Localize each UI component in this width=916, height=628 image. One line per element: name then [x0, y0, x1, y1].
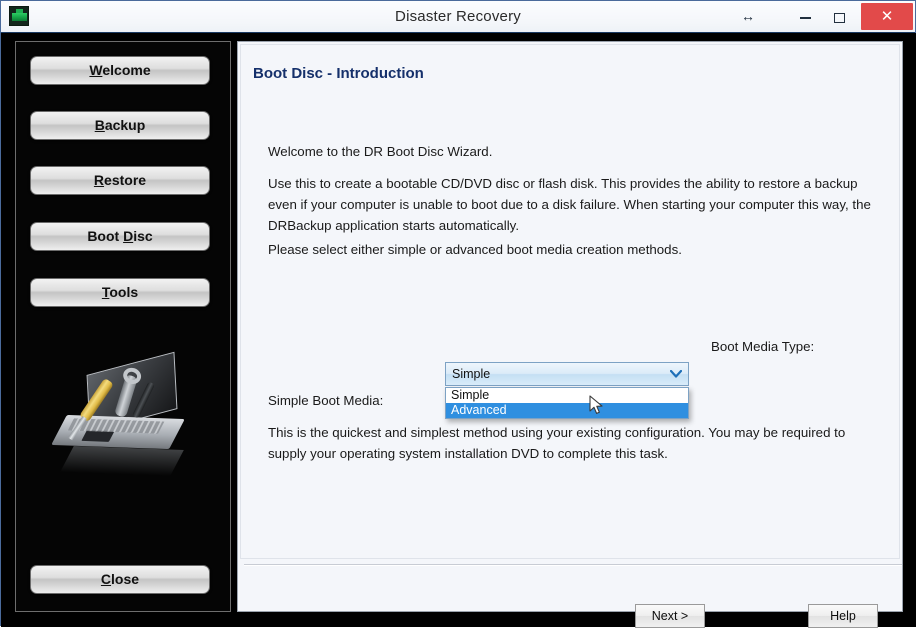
laptop-with-tools-image [36, 347, 211, 512]
content-panel: Boot Disc - Introduction Welcome to the … [237, 41, 903, 628]
sidebar-item-welcome-label: Welcome [89, 62, 151, 78]
window-body: Welcome Backup Restore Boot Disc Tools C… [1, 33, 916, 628]
close-button-label: Close [100, 571, 140, 587]
disaster-recovery-window: Disaster Recovery ↔ ✕ Welcome Backup Res… [0, 0, 916, 628]
combobox-option-advanced[interactable]: Advanced [446, 403, 688, 418]
combobox-dropdown-list[interactable]: Simple Advanced [445, 387, 689, 419]
sidebar-item-backup[interactable]: Backup [30, 111, 210, 140]
window-title: Disaster Recovery [395, 8, 521, 25]
close-icon: ✕ [880, 8, 894, 25]
sidebar-item-restore-label: Restore [93, 172, 147, 188]
sidebar-item-welcome[interactable]: Welcome [30, 56, 210, 85]
intro-paragraph-2: Use this to create a bootable CD/DVD dis… [268, 176, 871, 233]
resize-glyph: ↔ [741, 8, 755, 24]
combobox-selected-value: Simple [452, 367, 491, 381]
chevron-down-icon[interactable] [664, 363, 688, 385]
intro-paragraph-3: Please select either simple or advanced … [268, 242, 682, 257]
close-button[interactable]: Close [30, 565, 210, 594]
minimize-icon [799, 16, 811, 19]
content-inner-frame: Boot Disc - Introduction Welcome to the … [240, 44, 902, 566]
sidebar: Welcome Backup Restore Boot Disc Tools C… [15, 41, 231, 612]
intro-paragraph-1: Welcome to the DR Boot Disc Wizard. [268, 144, 493, 159]
maximize-button[interactable] [822, 1, 856, 32]
combobox-field[interactable]: Simple [445, 362, 689, 386]
page-title: Boot Disc - Introduction [253, 65, 424, 82]
footer-divider [244, 564, 902, 566]
sidebar-item-restore[interactable]: Restore [30, 166, 210, 195]
help-button[interactable]: Help [808, 604, 878, 628]
close-window-button[interactable]: ✕ [861, 3, 913, 30]
next-button[interactable]: Next > [635, 604, 705, 628]
combobox-option-simple[interactable]: Simple [446, 388, 688, 403]
intro-paragraph-4: This is the quickest and simplest method… [268, 425, 846, 461]
boot-media-type-label: Boot Media Type: [711, 339, 815, 354]
sidebar-item-boot-disc[interactable]: Boot Disc [30, 222, 210, 251]
boot-media-type-combobox[interactable]: Simple [445, 362, 689, 388]
maximize-icon [833, 12, 845, 23]
sidebar-item-tools[interactable]: Tools [30, 278, 210, 307]
title-bar: Disaster Recovery ↔ ✕ [1, 1, 915, 33]
sidebar-item-tools-label: Tools [101, 284, 139, 300]
sidebar-item-boot-disc-label: Boot Disc [87, 228, 153, 244]
simple-boot-media-label: Simple Boot Media: [268, 393, 384, 408]
resize-icon[interactable]: ↔ [731, 1, 765, 32]
sidebar-item-backup-label: Backup [94, 117, 146, 133]
minimize-button[interactable] [788, 1, 822, 32]
